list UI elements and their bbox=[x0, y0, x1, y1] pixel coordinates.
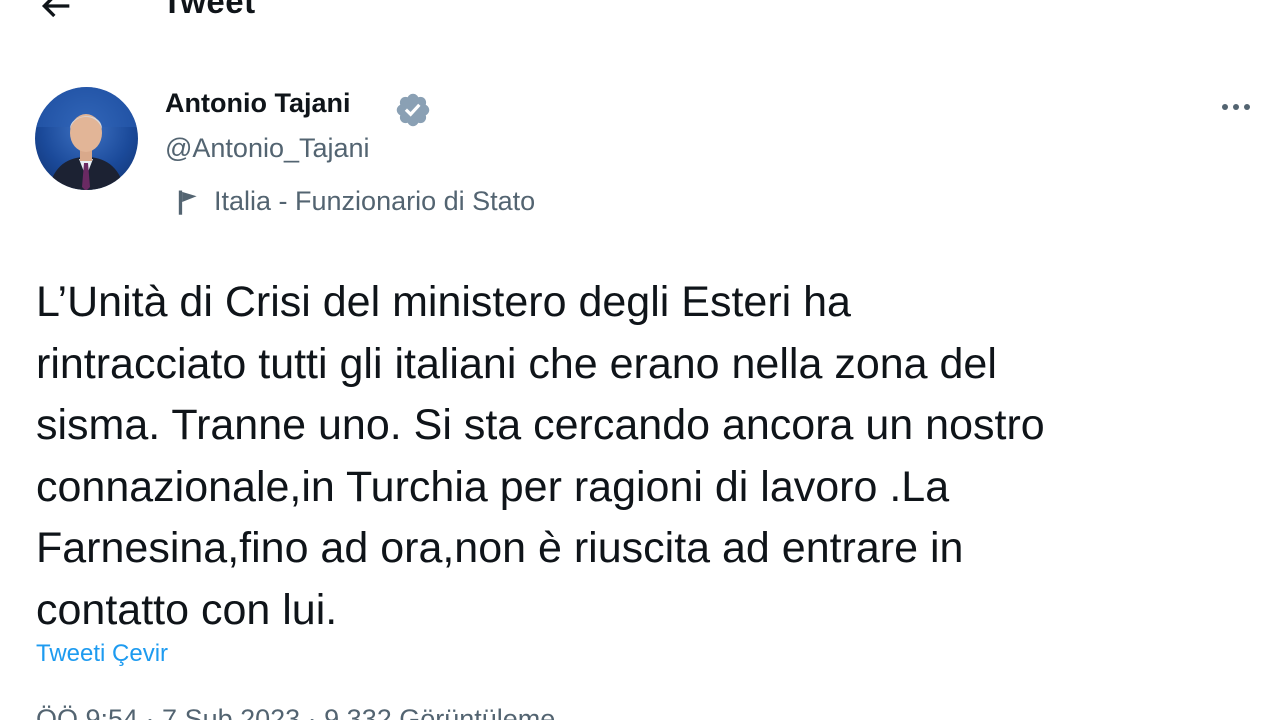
tweet-text: L’Unità di Crisi del ministero degli Est… bbox=[36, 278, 1045, 634]
back-button[interactable] bbox=[36, 0, 80, 30]
more-options-icon-dot bbox=[1233, 104, 1239, 110]
avatar[interactable] bbox=[35, 87, 138, 190]
author-handle[interactable]: @Antonio_Tajani bbox=[165, 133, 370, 164]
more-options-icon bbox=[1222, 104, 1228, 110]
translate-tweet-link[interactable]: Tweeti Çevir bbox=[36, 640, 168, 668]
more-options-icon-dot bbox=[1244, 104, 1250, 110]
header-bar: Tweet bbox=[0, 0, 1280, 40]
flag-icon bbox=[178, 190, 197, 215]
profile-photo bbox=[35, 87, 138, 190]
verified-badge-icon bbox=[396, 93, 430, 127]
tweet-meta: ÖÖ 9:54 · 7 Şub 2023 · 9.332 Görüntüleme bbox=[36, 704, 556, 720]
affiliation-label: Italia - Funzionario di Stato bbox=[176, 186, 535, 217]
tweet-page: Tweet Antonio Tajani @Antonio_Tajani Ita… bbox=[0, 0, 1280, 720]
more-options-button[interactable] bbox=[1214, 92, 1258, 122]
author-name[interactable]: Antonio Tajani bbox=[165, 88, 350, 119]
affiliation-text: Italia - Funzionario di Stato bbox=[214, 186, 536, 216]
arrow-left-icon bbox=[41, 0, 70, 18]
page-title: Tweet bbox=[162, 0, 256, 20]
